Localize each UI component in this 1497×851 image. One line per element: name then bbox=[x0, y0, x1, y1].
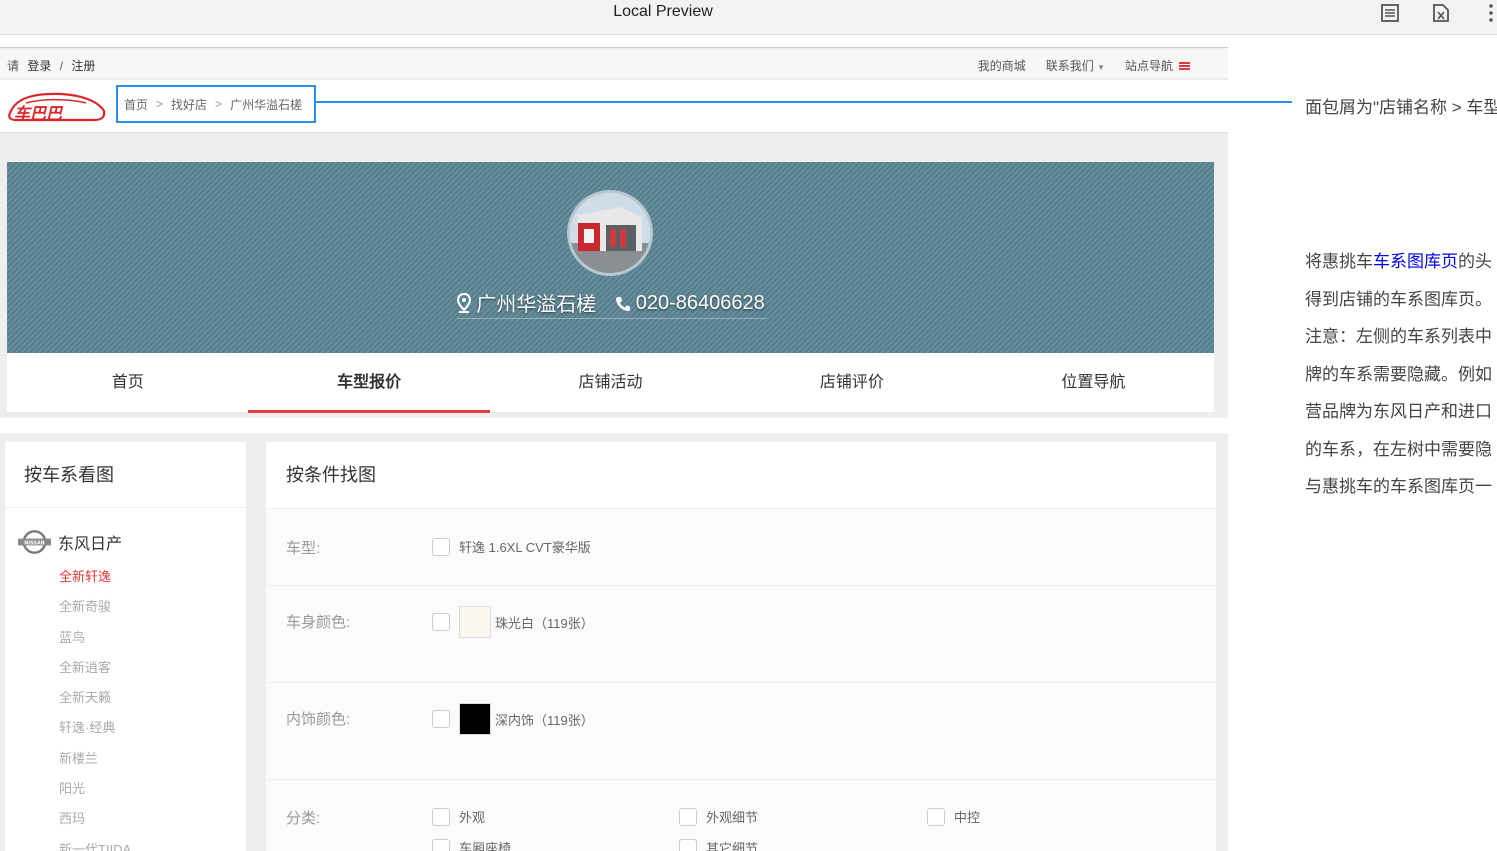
site-logo[interactable]: 车巴巴 bbox=[6, 87, 106, 127]
tab-model-price[interactable]: 车型报价 bbox=[248, 353, 491, 413]
series-item[interactable]: 全新天籁 bbox=[59, 683, 246, 713]
category-option[interactable]: 外观细节 bbox=[679, 807, 758, 826]
breadcrumb-find-shop[interactable]: 找好店 bbox=[171, 96, 207, 113]
my-mall-link[interactable]: 我的商城 bbox=[978, 57, 1026, 74]
series-list: 全新轩逸 全新奇骏 蓝鸟 全新逍客 全新天籁 轩逸·经典 新楼兰 阳光 西玛 新… bbox=[5, 562, 246, 851]
category-option[interactable]: 其它细节 bbox=[679, 838, 758, 851]
tab-activities[interactable]: 店铺活动 bbox=[490, 353, 731, 412]
site-header: 车巴巴 首页 > 找好店 > 广州华溢石槎 bbox=[0, 80, 1228, 133]
top-bar: 请 登录 / 注册 我的商城 联系我们 ▼ 站点导航 bbox=[0, 49, 1228, 79]
filter-row-interior: 内饰颜色: 深内饰（119张） bbox=[266, 682, 1216, 779]
interior-color-option[interactable]: 深内饰（119张） bbox=[432, 703, 594, 735]
menu-icon bbox=[1179, 62, 1190, 70]
brand-name: 东风日产 bbox=[58, 536, 123, 553]
body-color-option[interactable]: 珠光白（119张） bbox=[432, 606, 594, 638]
series-item[interactable]: 轩逸·经典 bbox=[59, 713, 246, 743]
filter-title: 按条件找图 bbox=[286, 465, 376, 485]
shop-banner: 广州华溢石槎 020-86406628 bbox=[7, 162, 1214, 353]
top-links: 我的商城 联系我们 ▼ 站点导航 bbox=[978, 57, 1190, 74]
register-link[interactable]: 注册 bbox=[71, 59, 95, 73]
tab-home[interactable]: 首页 bbox=[7, 353, 248, 412]
login-area: 请 登录 / 注册 bbox=[7, 59, 96, 73]
series-item[interactable]: 全新逍客 bbox=[59, 653, 246, 683]
series-item[interactable]: 新楼兰 bbox=[59, 744, 246, 774]
breadcrumb-note: 面包屑为"店铺名称 > 车型 bbox=[1305, 98, 1497, 117]
filter-row-body-color: 车身颜色: 珠光白（119张） bbox=[266, 585, 1216, 682]
preview-toolbar: Local Preview bbox=[0, 0, 1497, 35]
filter-row-category: 分类: 外观 外观细节 中控 车厢座椅 其它细节 bbox=[266, 779, 1216, 851]
color-swatch bbox=[459, 703, 491, 735]
contact-link[interactable]: 联系我们 ▼ bbox=[1046, 57, 1105, 74]
svg-text:车巴巴: 车巴巴 bbox=[14, 104, 64, 123]
document-icon[interactable] bbox=[1380, 3, 1400, 23]
model-option[interactable]: 轩逸 1.6XL CVT豪华版 bbox=[432, 537, 591, 556]
export-icon[interactable] bbox=[1431, 3, 1451, 23]
color-swatch bbox=[459, 606, 491, 638]
shop-name: 广州华溢石槎 bbox=[476, 294, 597, 316]
svg-text:NISSAN: NISSAN bbox=[24, 540, 44, 546]
series-item[interactable]: 新一代TIIDA bbox=[59, 835, 246, 851]
model-checkbox[interactable] bbox=[432, 537, 450, 556]
tab-reviews[interactable]: 店铺评价 bbox=[731, 353, 972, 412]
chevron-down-icon: ▼ bbox=[1097, 63, 1105, 72]
breadcrumb: 首页 > 找好店 > 广州华溢石槎 bbox=[116, 85, 316, 123]
body-color-checkbox[interactable] bbox=[432, 613, 450, 631]
category-option[interactable]: 中控 bbox=[927, 807, 980, 826]
callout-line bbox=[316, 101, 1292, 103]
location-pin-icon bbox=[457, 292, 472, 313]
interior-checkbox[interactable] bbox=[432, 710, 450, 728]
series-sidebar: 按车系看图 NISSAN 东风日产 全新轩逸 全新奇骏 蓝鸟 全新逍客 全新天籁… bbox=[5, 442, 246, 851]
brand-header[interactable]: NISSAN 东风日产 bbox=[5, 508, 246, 556]
more-icon[interactable] bbox=[1486, 3, 1496, 23]
series-item[interactable]: 西玛 bbox=[59, 804, 246, 834]
shop-tabs: 首页 车型报价 店铺活动 店铺评价 位置导航 bbox=[7, 353, 1214, 413]
gallery-note: 将惠挑车车系图库页的头 得到店铺的车系图库页。 注意：左侧的车系列表中 牌的车系… bbox=[1305, 252, 1492, 496]
shop-info: 广州华溢石槎 020-86406628 bbox=[7, 288, 1214, 319]
mockup-canvas: 请 登录 / 注册 我的商城 联系我们 ▼ 站点导航 车巴巴 首页 > 找好店 … bbox=[0, 35, 1228, 851]
breadcrumb-home[interactable]: 首页 bbox=[124, 96, 148, 113]
sidebar-title: 按车系看图 bbox=[5, 442, 246, 508]
category-option[interactable]: 车厢座椅 bbox=[432, 838, 511, 851]
gallery-page-link[interactable]: 车系图库页 bbox=[1373, 252, 1458, 271]
category-option[interactable]: 外观 bbox=[432, 807, 485, 826]
shop-phone[interactable]: 020-86406628 bbox=[636, 292, 765, 315]
tab-location[interactable]: 位置导航 bbox=[973, 353, 1214, 412]
shop-avatar bbox=[567, 190, 653, 276]
filter-panel: 按条件找图 车型: 轩逸 1.6XL CVT豪华版 车身颜色: 珠光白（119张… bbox=[266, 442, 1216, 851]
series-item[interactable]: 全新奇骏 bbox=[59, 592, 246, 622]
series-item[interactable]: 蓝鸟 bbox=[59, 623, 246, 653]
series-item[interactable]: 全新轩逸 bbox=[59, 562, 246, 592]
phone-icon bbox=[615, 296, 630, 311]
login-link[interactable]: 登录 bbox=[27, 59, 51, 73]
storefront-image bbox=[570, 193, 650, 273]
site-nav-link[interactable]: 站点导航 bbox=[1125, 57, 1190, 74]
filter-row-model: 车型: 轩逸 1.6XL CVT豪华版 bbox=[266, 508, 1216, 585]
preview-title: Local Preview bbox=[613, 3, 713, 20]
breadcrumb-shop[interactable]: 广州华溢石槎 bbox=[230, 96, 302, 113]
series-item[interactable]: 阳光 bbox=[59, 774, 246, 804]
nissan-logo-icon: NISSAN bbox=[17, 530, 52, 554]
